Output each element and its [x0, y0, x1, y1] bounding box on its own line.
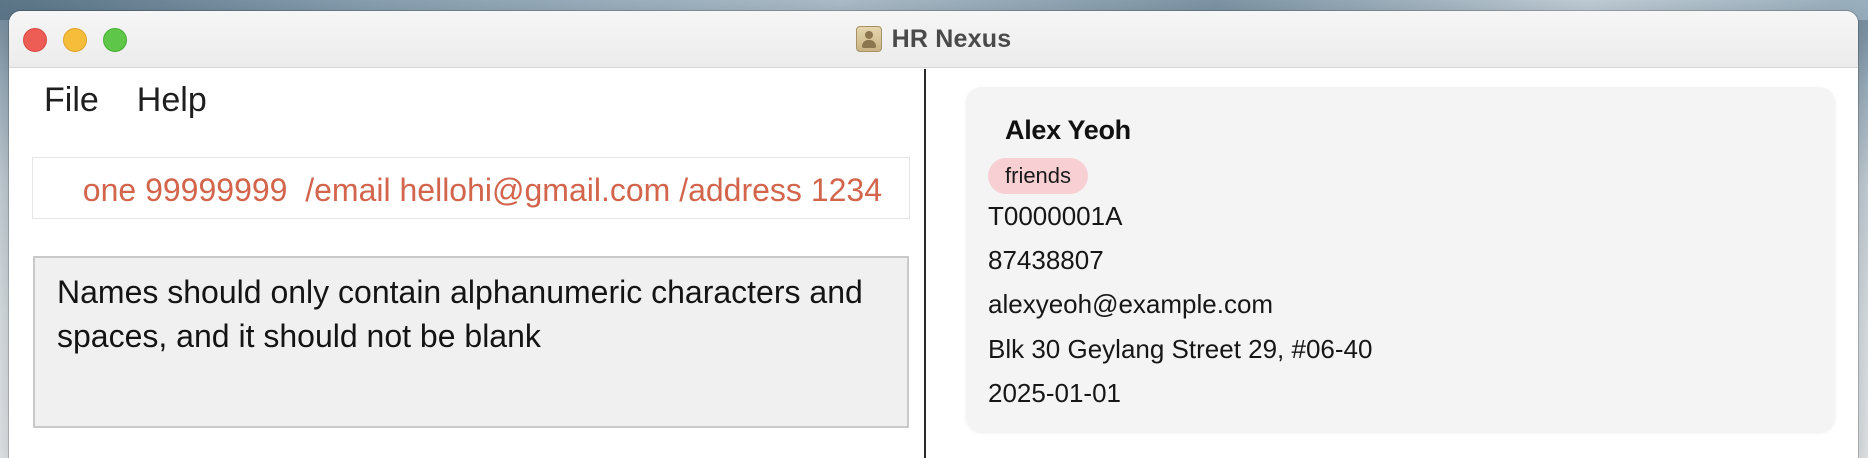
person-card[interactable]: Alex Yeoh friends T0000001A 87438807 ale…: [966, 87, 1835, 432]
menu-bar: File Help: [44, 81, 207, 120]
window-title-group: HR Nexus: [9, 24, 1858, 54]
person-name: Alex Yeoh: [1005, 115, 1131, 145]
person-date: 2025-01-01: [988, 378, 1121, 408]
person-address: Blk 30 Geylang Street 29, #06-40: [988, 334, 1373, 364]
result-message: Names should only contain alphanumeric c…: [57, 274, 863, 354]
result-display[interactable]: Names should only contain alphanumeric c…: [33, 256, 909, 428]
tag-label: friends: [1005, 163, 1072, 188]
title-bar[interactable]: HR Nexus: [9, 11, 1858, 68]
command-input[interactable]: one 99999999 /email hellohi@gmail.com /a…: [32, 157, 910, 219]
left-pane: File Help one 99999999 /email hellohi@gm…: [9, 69, 924, 458]
command-input-text[interactable]: one 99999999 /email hellohi@gmail.com /a…: [83, 172, 882, 209]
person-nric: T0000001A: [988, 201, 1123, 231]
app-window: HR Nexus File Help one 99999999 /email h…: [9, 11, 1858, 458]
tag-badge: friends: [988, 158, 1089, 194]
menu-file[interactable]: File: [44, 81, 99, 120]
menu-help[interactable]: Help: [137, 81, 207, 120]
person-email: alexyeoh@example.com: [988, 289, 1274, 319]
person-phone: 87438807: [988, 245, 1104, 275]
right-pane: Alex Yeoh friends T0000001A 87438807 ale…: [926, 69, 1858, 458]
contacts-book-icon: [855, 26, 882, 52]
window-title: HR Nexus: [891, 24, 1012, 53]
